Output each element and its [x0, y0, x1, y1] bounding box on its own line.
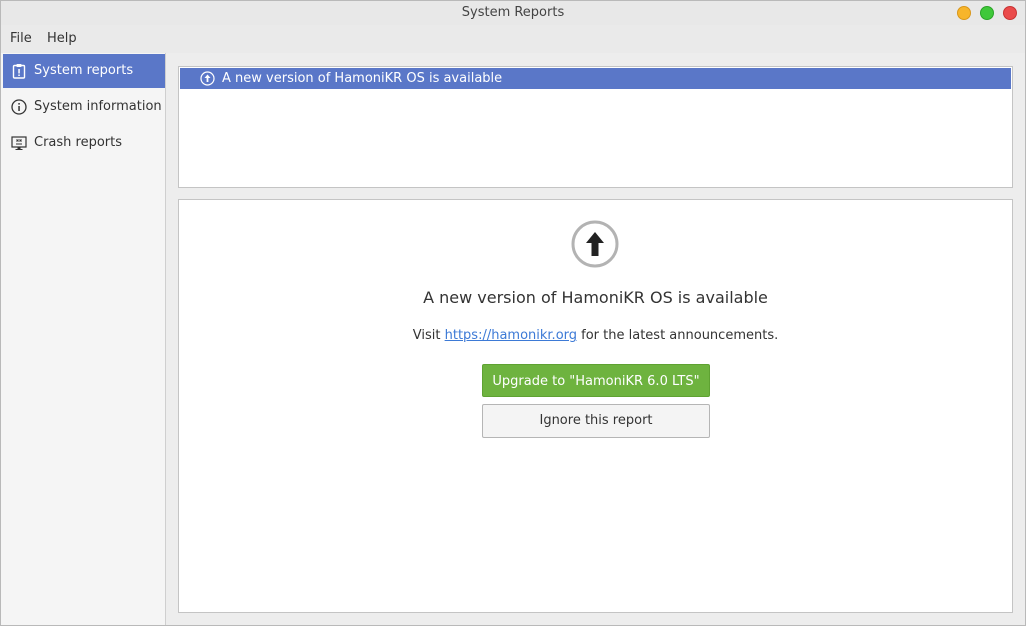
detail-text: Visit https://hamonikr.org for the lates… — [179, 328, 1012, 343]
title-bar[interactable]: System Reports — [1, 1, 1025, 25]
close-button[interactable] — [1003, 6, 1017, 20]
upgrade-arrow-icon — [200, 71, 215, 86]
menu-bar: File Help — [1, 25, 1025, 53]
sidebar-item-system-information[interactable]: System information — [3, 90, 165, 124]
app-window: System Reports File Help System reports — [0, 0, 1026, 626]
sidebar: System reports System information Crash … — [1, 53, 166, 625]
sidebar-item-label: Crash reports — [34, 135, 123, 150]
menu-file[interactable]: File — [10, 31, 32, 46]
sidebar-item-label: System reports — [34, 63, 134, 78]
text-before: Visit — [412, 328, 445, 343]
detail-title: A new version of HamoniKR OS is availabl… — [423, 288, 768, 307]
report-title: A new version of HamoniKR OS is availabl… — [222, 71, 503, 86]
text-after: for the latest announcements. — [577, 328, 779, 343]
sidebar-item-system-reports[interactable]: System reports — [3, 54, 165, 88]
menu-help[interactable]: Help — [47, 31, 77, 46]
sidebar-item-crash-reports[interactable]: Crash reports — [3, 126, 165, 160]
ignore-report-button[interactable]: Ignore this report — [482, 404, 710, 438]
list-item[interactable]: A new version of HamoniKR OS is availabl… — [180, 68, 1011, 89]
report-list: A new version of HamoniKR OS is availabl… — [178, 66, 1013, 188]
report-detail: A new version of HamoniKR OS is availabl… — [178, 199, 1013, 613]
sidebar-item-label: System information — [34, 99, 162, 114]
website-link[interactable]: https://hamonikr.org — [445, 328, 577, 343]
info-icon — [11, 99, 27, 115]
minimize-button[interactable] — [957, 6, 971, 20]
clipboard-alert-icon — [11, 63, 27, 79]
monitor-crash-icon — [11, 135, 27, 151]
window-title: System Reports — [461, 5, 565, 20]
upgrade-button[interactable]: Upgrade to "HamoniKR 6.0 LTS" — [482, 364, 710, 397]
upgrade-arrow-icon — [571, 220, 619, 268]
maximize-button[interactable] — [980, 6, 994, 20]
